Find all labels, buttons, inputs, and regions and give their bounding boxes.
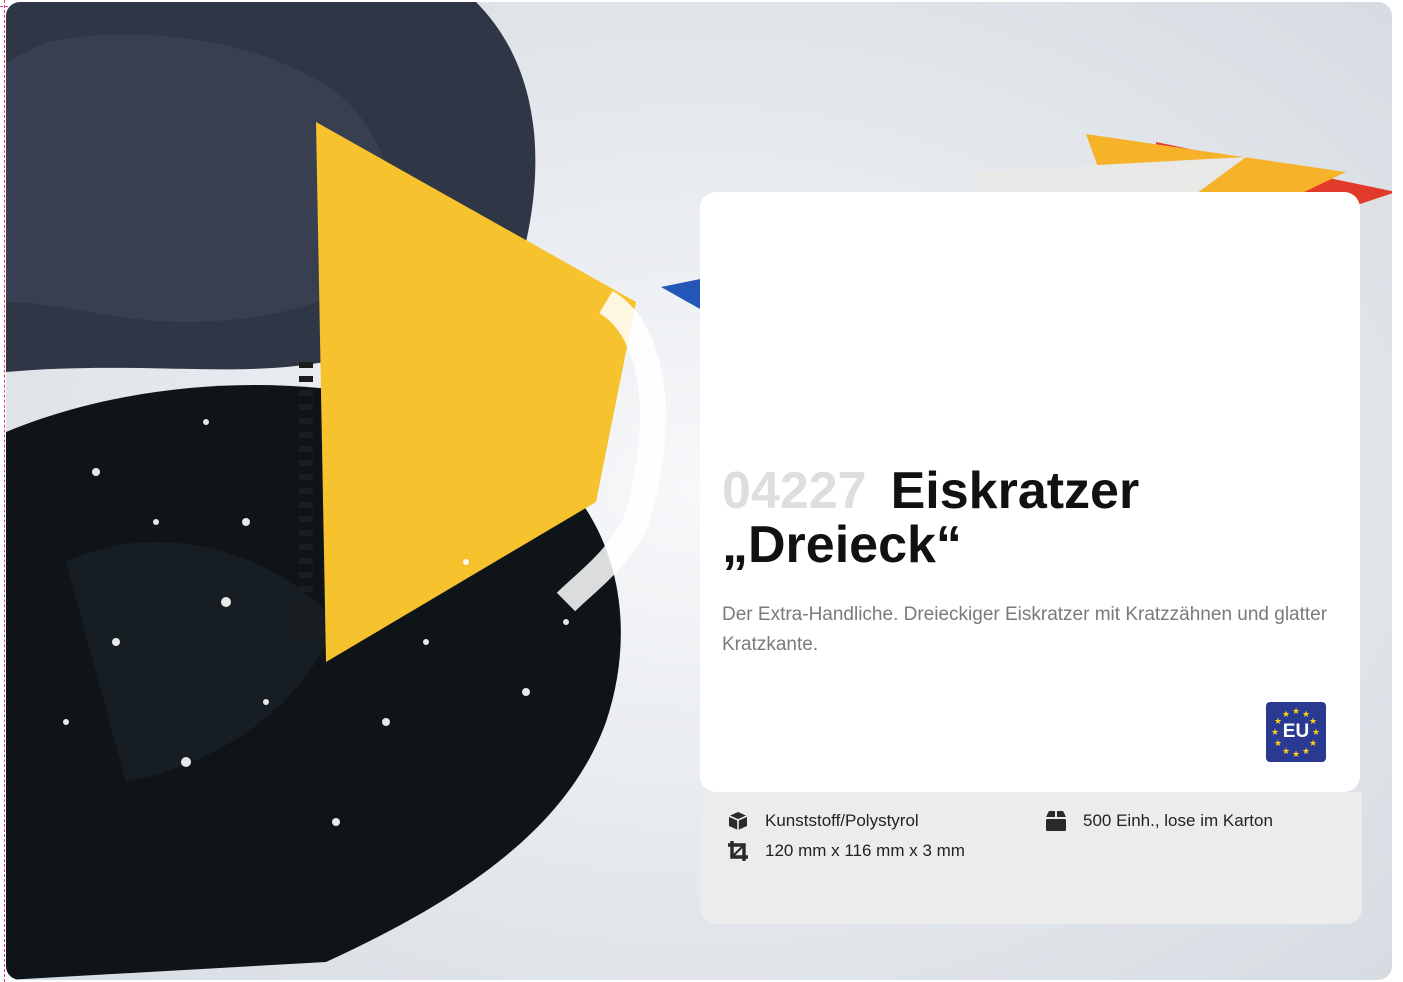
svg-text:★: ★ xyxy=(1282,709,1290,719)
product-description: Der Extra-Handliche. Dreieckiger Eiskrat… xyxy=(722,604,1328,655)
svg-text:★: ★ xyxy=(1292,749,1300,759)
svg-text:★: ★ xyxy=(1302,746,1310,756)
svg-text:★: ★ xyxy=(1292,706,1300,716)
spec-material-label: Kunststoff/Polystyrol xyxy=(765,811,919,830)
carton-icon xyxy=(1046,811,1066,831)
eu-badge-label: EU xyxy=(1282,721,1310,742)
svg-text:★: ★ xyxy=(1282,746,1290,756)
product-number: 04227 xyxy=(722,462,867,520)
box-icon xyxy=(728,812,748,830)
product-title: 04227 Eiskratzer „Dreieck“ xyxy=(722,464,1342,572)
product-title-line2: „Dreieck“ xyxy=(722,516,962,574)
spec-packaging-label: 500 Einh., lose im Karton xyxy=(1083,811,1273,830)
product-title-line1: Eiskratzer xyxy=(890,462,1140,520)
crop-icon xyxy=(728,841,748,861)
crop-mark-left xyxy=(0,0,5,982)
eu-badge: ★ ★ ★ ★ ★ ★ ★ ★ ★ ★ ★ ★ EU xyxy=(1266,702,1326,762)
spec-dimensions-label: 120 mm x 116 mm x 3 mm xyxy=(765,841,965,860)
